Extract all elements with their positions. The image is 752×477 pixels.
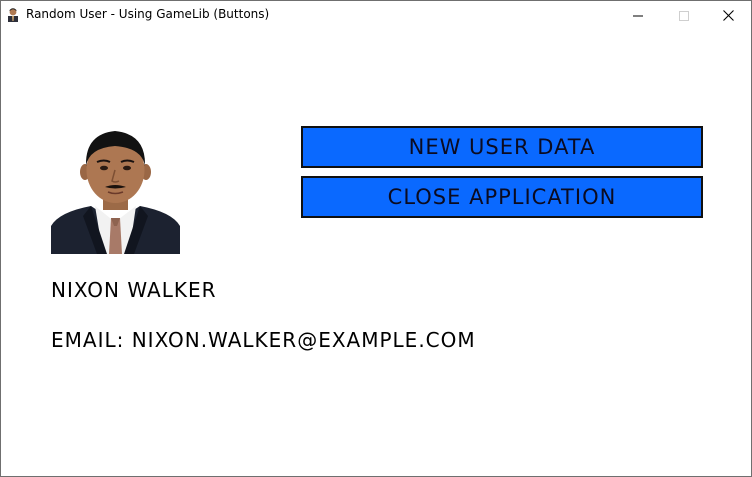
minimize-icon: [633, 6, 643, 25]
new-user-data-button[interactable]: NEW USER DATA: [301, 126, 703, 168]
close-application-button[interactable]: CLOSE APPLICATION: [301, 176, 703, 218]
minimize-button[interactable]: [615, 1, 661, 30]
title-bar[interactable]: Random User - Using GameLib (Buttons): [1, 1, 751, 30]
client-area: NEW USER DATA CLOSE APPLICATION NIXON WA…: [1, 31, 751, 476]
window-title: Random User - Using GameLib (Buttons): [26, 7, 270, 21]
close-button[interactable]: [705, 1, 751, 30]
user-email: EMAIL: NIXON.WALKER@EXAMPLE.COM: [51, 328, 476, 352]
person-icon: [5, 6, 21, 22]
maximize-button[interactable]: [661, 1, 707, 30]
user-photo: [51, 126, 180, 254]
app-window: Random User - Using GameLib (Buttons) NE…: [0, 0, 752, 477]
close-icon: [722, 6, 734, 25]
maximize-icon: [679, 6, 689, 25]
user-name: NIXON WALKER: [51, 278, 217, 302]
